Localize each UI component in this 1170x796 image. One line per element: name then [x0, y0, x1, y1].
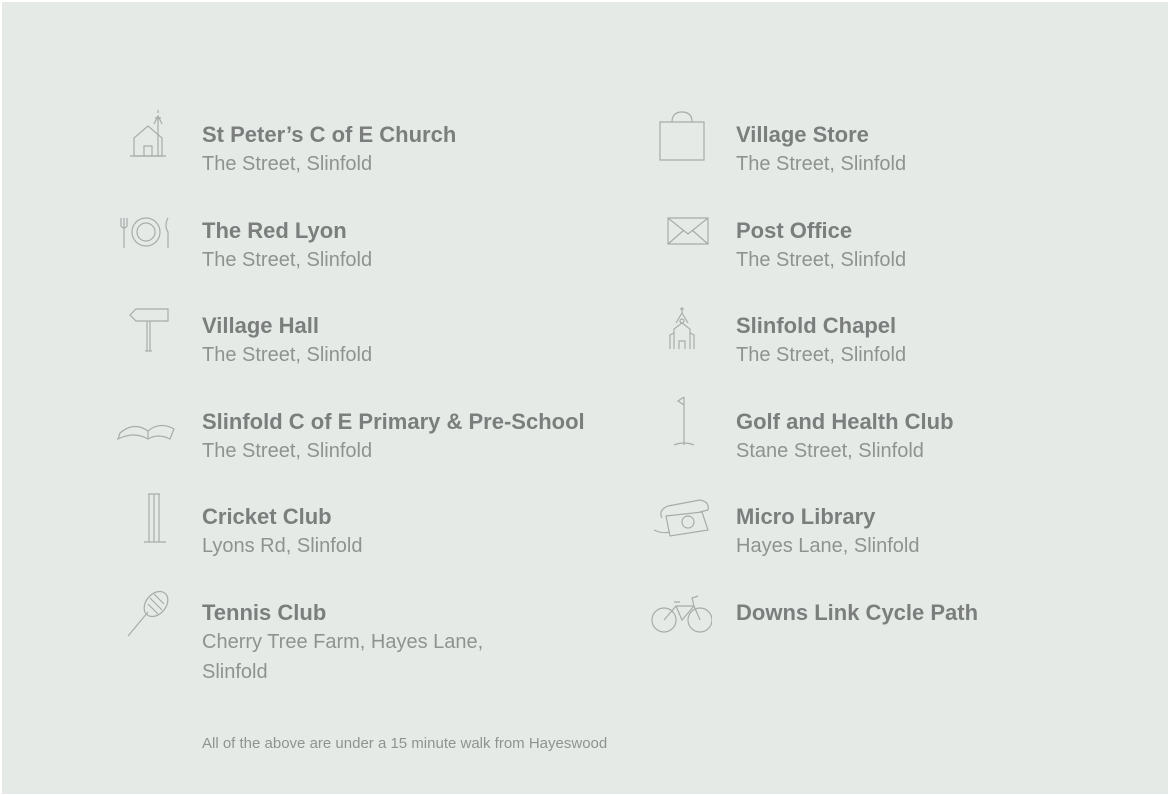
- place-title: Village Hall: [202, 313, 319, 338]
- signpost-icon: [114, 295, 178, 359]
- place-address: Hayes Lane, Slinfold: [736, 535, 920, 557]
- place-address: The Street, Slinfold: [736, 249, 907, 271]
- envelope-icon: [648, 200, 712, 264]
- place-post-office: Post Office The Street, Slinfold: [667, 216, 1156, 275]
- place-address: Stane Street, Slinfold: [736, 440, 924, 462]
- place-cricket-club: Cricket Club Lyons Rd, Slinfold: [144, 493, 622, 561]
- place-title: Downs Link Cycle Path: [736, 600, 979, 625]
- place-title: The Red Lyon: [202, 218, 347, 243]
- place-primary-school: Slinfold C of E Primary & Pre-School The…: [116, 407, 622, 466]
- tennis-racket-icon: [114, 582, 178, 646]
- place-downs-link-cycle-path: Downs Link Cycle Path: [651, 595, 1156, 633]
- shopping-bag-icon: [648, 104, 712, 168]
- place-title: Cricket Club: [202, 504, 332, 529]
- place-golf-health-club: Golf and Health Club Stane Street, Slinf…: [673, 396, 1156, 466]
- place-title: St Peter’s C of E Church: [202, 122, 457, 147]
- place-address: Cherry Tree Farm, Hayes Lane, Slinfold: [202, 631, 484, 683]
- place-address: The Street, Slinfold: [736, 344, 907, 366]
- place-red-lyon: The Red Lyon The Street, Slinfold: [120, 216, 622, 275]
- plate-cutlery-icon: [114, 200, 178, 264]
- place-address: The Street, Slinfold: [202, 153, 373, 175]
- place-title: Micro Library: [736, 504, 876, 529]
- place-address: The Street, Slinfold: [202, 440, 373, 462]
- place-title: Tennis Club: [202, 600, 327, 625]
- golf-flag-icon: [648, 391, 712, 455]
- place-title: Slinfold C of E Primary & Pre-School: [202, 409, 585, 434]
- place-micro-library: Micro Library Hayes Lane, Slinfold: [653, 499, 1156, 561]
- amenities-panel: St Peter’s C of E Church The Street, Sli…: [2, 2, 1168, 794]
- walk-note: All of the above are under a 15 minute w…: [202, 735, 608, 752]
- place-address: The Street, Slinfold: [736, 153, 907, 175]
- place-title: Golf and Health Club: [736, 409, 954, 434]
- place-title: Post Office: [736, 218, 853, 243]
- bicycle-icon: [648, 582, 712, 646]
- place-village-store: Village Store The Street, Slinfold: [659, 111, 1156, 179]
- telephone-icon: [648, 486, 712, 550]
- place-address: The Street, Slinfold: [202, 249, 373, 271]
- place-st-peters-church: St Peter’s C of E Church The Street, Sli…: [130, 110, 622, 179]
- place-address: The Street, Slinfold: [202, 344, 373, 366]
- place-title: Village Store: [736, 122, 869, 147]
- place-slinfold-chapel: Slinfold Chapel The Street, Slinfold: [669, 307, 1156, 370]
- place-address: Lyons Rd, Slinfold: [202, 535, 363, 557]
- chapel-icon: [648, 295, 712, 359]
- place-title: Slinfold Chapel: [736, 313, 897, 338]
- open-book-icon: [114, 391, 178, 455]
- church-icon: [114, 104, 178, 168]
- place-tennis-club: Tennis Club Cherry Tree Farm, Hayes Lane…: [127, 590, 622, 687]
- cricket-stumps-icon: [114, 486, 178, 550]
- place-village-hall: Village Hall The Street, Slinfold: [129, 308, 622, 370]
